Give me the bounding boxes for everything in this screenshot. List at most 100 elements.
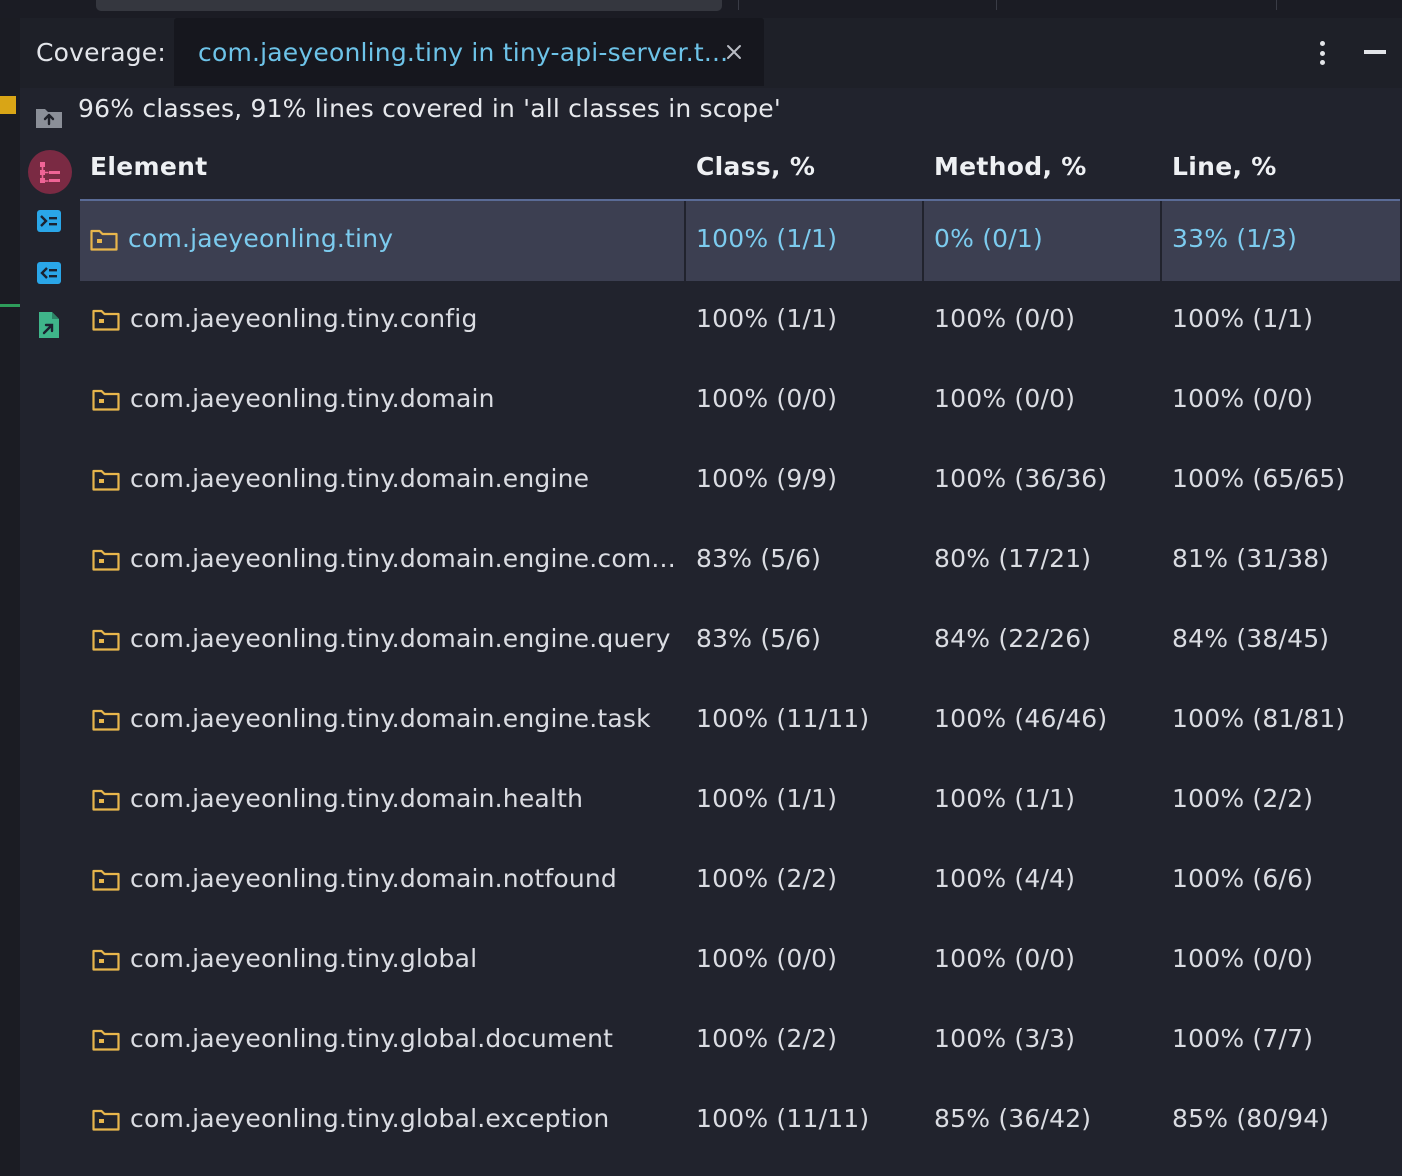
coverage-header: Coverage: com.jaeyeonling.tiny in tiny-a… xyxy=(20,18,1402,88)
line-coverage: 100% (65/65) xyxy=(1172,464,1346,493)
strip-separator xyxy=(738,0,739,10)
line-coverage: 100% (6/6) xyxy=(1172,864,1314,893)
package-folder-icon xyxy=(92,309,120,331)
class-coverage: 100% (2/2) xyxy=(696,864,838,893)
line-coverage: 100% (81/81) xyxy=(1172,704,1346,733)
class-coverage: 83% (5/6) xyxy=(696,544,822,573)
coverage-title: Coverage: xyxy=(36,38,166,67)
coverage-tool-window: Coverage: com.jaeyeonling.tiny in tiny-a… xyxy=(0,0,1402,1176)
class-coverage: 83% (5/6) xyxy=(696,624,822,653)
table-row[interactable]: com.jaeyeonling.tiny.domain.notfound 100%… xyxy=(80,841,1400,921)
flatten-packages-icon[interactable] xyxy=(28,150,72,194)
method-coverage: 85% (36/42) xyxy=(934,1104,1092,1133)
method-coverage: 100% (0/0) xyxy=(934,944,1076,973)
package-folder-icon xyxy=(92,869,120,891)
cell-divider xyxy=(684,201,686,281)
editor-tab-pill[interactable] xyxy=(96,0,722,11)
cell-divider xyxy=(922,201,924,281)
class-coverage: 100% (0/0) xyxy=(696,384,838,413)
coverage-toolbar xyxy=(20,88,80,1176)
package-folder-icon xyxy=(92,949,120,971)
table-row[interactable]: com.jaeyeonling.tiny.domain.engine.com..… xyxy=(80,521,1400,601)
column-header-element[interactable]: Element xyxy=(90,152,207,181)
line-coverage: 100% (1/1) xyxy=(1172,304,1314,333)
table-row[interactable]: com.jaeyeonling.tiny.domain 100% (0/0) 100… xyxy=(80,361,1400,441)
class-coverage: 100% (1/1) xyxy=(696,784,838,813)
method-coverage: 100% (0/0) xyxy=(934,304,1076,333)
table-row[interactable]: com.jaeyeonling.tiny.domain.engine.task 1… xyxy=(80,681,1400,761)
gutter-change-marker xyxy=(0,304,20,307)
strip-separator xyxy=(996,0,997,10)
column-header-line[interactable]: Line, % xyxy=(1172,152,1277,181)
method-coverage: 100% (4/4) xyxy=(934,864,1076,893)
element-name: com.jaeyeonling.tiny.domain.engine.query xyxy=(130,624,671,653)
method-coverage: 80% (17/21) xyxy=(934,544,1092,573)
element-name: com.jaeyeonling.tiny.domain.health xyxy=(130,784,584,813)
more-options-icon[interactable] xyxy=(1310,38,1334,68)
package-folder-icon xyxy=(92,709,120,731)
element-name: com.jaeyeonling.tiny.global xyxy=(130,944,478,973)
class-coverage: 100% (11/11) xyxy=(696,704,870,733)
line-coverage: 84% (38/45) xyxy=(1172,624,1330,653)
coverage-suite-tab[interactable]: com.jaeyeonling.tiny in tiny-api-server.… xyxy=(174,18,764,86)
package-folder-icon xyxy=(92,789,120,811)
package-folder-icon xyxy=(92,1109,120,1131)
package-folder-icon xyxy=(92,469,120,491)
table-row[interactable]: com.jaeyeonling.tiny.domain.health 100% (… xyxy=(80,761,1400,841)
editor-tab-strip xyxy=(0,0,1402,18)
column-header-method[interactable]: Method, % xyxy=(934,152,1087,181)
table-row[interactable]: com.jaeyeonling.tiny 100% (1/1) 0% (0/1) 33… xyxy=(80,201,1400,281)
line-coverage: 85% (80/94) xyxy=(1172,1104,1330,1133)
navigate-from-source-icon[interactable] xyxy=(34,258,64,288)
element-name: com.jaeyeonling.tiny xyxy=(128,224,394,253)
method-coverage: 84% (22/26) xyxy=(934,624,1092,653)
table-body: com.jaeyeonling.tiny 100% (1/1) 0% (0/1) 33… xyxy=(80,201,1400,1161)
editor-gutter xyxy=(0,18,20,1176)
coverage-suite-tab-label: com.jaeyeonling.tiny in tiny-api-server.… xyxy=(198,38,729,67)
line-coverage: 100% (2/2) xyxy=(1172,784,1314,813)
element-name: com.jaeyeonling.tiny.domain.engine xyxy=(130,464,590,493)
element-name: com.jaeyeonling.tiny.domain.engine.task xyxy=(130,704,651,733)
export-report-icon[interactable] xyxy=(34,310,64,340)
table-row[interactable]: com.jaeyeonling.tiny.domain.engine.query… xyxy=(80,601,1400,681)
column-header-class[interactable]: Class, % xyxy=(696,152,815,181)
navigate-to-source-icon[interactable] xyxy=(34,206,64,236)
package-folder-icon xyxy=(92,1029,120,1051)
method-coverage: 100% (1/1) xyxy=(934,784,1076,813)
class-coverage: 100% (9/9) xyxy=(696,464,838,493)
line-coverage: 81% (31/38) xyxy=(1172,544,1330,573)
line-coverage: 100% (7/7) xyxy=(1172,1024,1314,1053)
table-row[interactable]: com.jaeyeonling.tiny.global.exception 100… xyxy=(80,1081,1400,1161)
go-up-folder-icon[interactable] xyxy=(34,102,64,132)
package-folder-icon xyxy=(92,629,120,651)
table-row[interactable]: com.jaeyeonling.tiny.global 100% (0/0) 100… xyxy=(80,921,1400,1001)
method-coverage: 100% (3/3) xyxy=(934,1024,1076,1053)
method-coverage: 0% (0/1) xyxy=(934,224,1043,253)
class-coverage: 100% (2/2) xyxy=(696,1024,838,1053)
line-coverage: 33% (1/3) xyxy=(1172,224,1298,253)
line-coverage: 100% (0/0) xyxy=(1172,384,1314,413)
element-name: com.jaeyeonling.tiny.domain.engine.com..… xyxy=(130,544,676,573)
element-name: com.jaeyeonling.tiny.domain.notfound xyxy=(130,864,617,893)
minimize-icon[interactable] xyxy=(1360,40,1390,64)
cell-divider xyxy=(1160,201,1162,281)
line-coverage: 100% (0/0) xyxy=(1172,944,1314,973)
table-row[interactable]: com.jaeyeonling.tiny.config 100% (1/1) 100… xyxy=(80,281,1400,361)
strip-separator xyxy=(1276,0,1277,10)
table-row[interactable]: com.jaeyeonling.tiny.domain.engine 100% (… xyxy=(80,441,1400,521)
element-name: com.jaeyeonling.tiny.domain xyxy=(130,384,495,413)
coverage-summary: 96% classes, 91% lines covered in 'all c… xyxy=(78,94,781,123)
element-name: com.jaeyeonling.tiny.global.exception xyxy=(130,1104,610,1133)
class-coverage: 100% (1/1) xyxy=(696,224,838,253)
class-coverage: 100% (0/0) xyxy=(696,944,838,973)
close-icon[interactable] xyxy=(722,40,746,64)
method-coverage: 100% (46/46) xyxy=(934,704,1108,733)
package-folder-icon xyxy=(90,229,118,251)
coverage-table: Element Class, % Method, % Line, % com.j… xyxy=(80,138,1400,1161)
table-row[interactable]: com.jaeyeonling.tiny.global.document 100%… xyxy=(80,1001,1400,1081)
element-name: com.jaeyeonling.tiny.global.document xyxy=(130,1024,614,1053)
package-folder-icon xyxy=(92,549,120,571)
table-header: Element Class, % Method, % Line, % xyxy=(80,138,1400,201)
element-name: com.jaeyeonling.tiny.config xyxy=(130,304,478,333)
method-coverage: 100% (36/36) xyxy=(934,464,1108,493)
